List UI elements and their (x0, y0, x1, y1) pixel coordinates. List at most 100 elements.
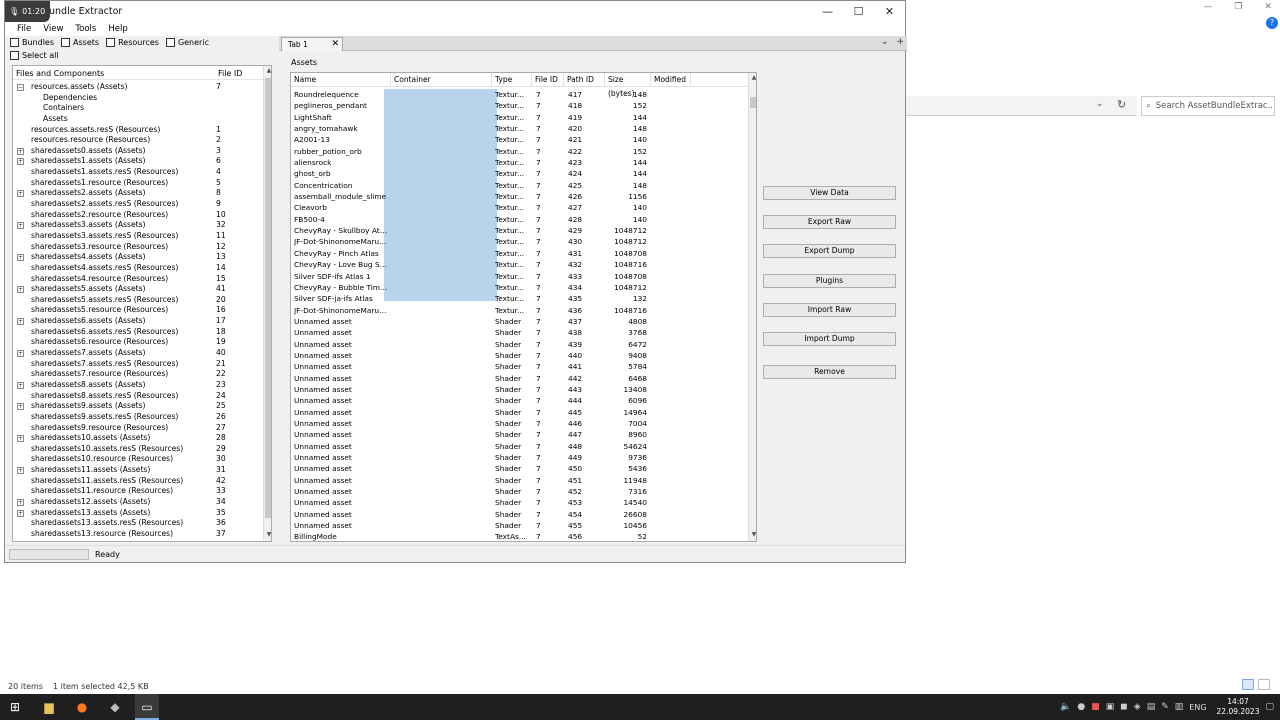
tray-app-icon[interactable]: ◼ (1120, 702, 1127, 712)
menu-view[interactable]: View (37, 24, 69, 34)
clock[interactable]: 14:07 22.09.2023 (1217, 697, 1260, 717)
table-row[interactable]: JF-Dot-ShinonomeMaru12 ... Textur... 7 436 1… (291, 305, 748, 316)
tree-row[interactable]: Assets (13, 114, 263, 125)
assets-table[interactable]: Name Container Type File ID Path ID Size… (290, 72, 757, 542)
tree-row[interactable]: sharedassets8.assets.resS (Resources) 24 (13, 391, 263, 402)
col-name[interactable]: Name (291, 73, 391, 87)
export-raw-button[interactable]: Export Raw (763, 215, 896, 229)
table-row[interactable]: A2001-13 Textur... 7 421 140 (291, 134, 748, 145)
expand-icon[interactable]: + (17, 381, 24, 389)
tree-header-files[interactable]: Files and Components (16, 69, 104, 78)
col-file-id[interactable]: File ID (532, 73, 564, 87)
tree-scrollbar[interactable]: ▲ ▼ (263, 66, 271, 541)
table-row[interactable]: Unnamed asset Shader 7 440 9408 (291, 350, 748, 361)
table-row[interactable]: Silver SDF-ifs Atlas 1 Textur... 7 433 10487… (291, 271, 748, 282)
files-components-tree[interactable]: Files and Components File ID − resources.… (12, 65, 272, 542)
table-row[interactable]: peglineros_pendant Textur... 7 418 152 (291, 100, 748, 111)
tree-row[interactable]: + sharedassets4.assets (Assets) 13 (13, 252, 263, 263)
help-icon[interactable]: ? (1266, 17, 1278, 29)
tree-row[interactable]: sharedassets2.resource (Resources) 10 (13, 210, 263, 221)
tree-row[interactable]: sharedassets7.resource (Resources) 22 (13, 369, 263, 380)
tree-row[interactable]: + sharedassets5.assets (Assets) 41 (13, 284, 263, 295)
explorer-search-input[interactable]: ⌕ Search AssetBundleExtrac... (1141, 96, 1275, 116)
tree-row[interactable]: − resources.assets (Assets) 7 (13, 82, 263, 93)
collapse-icon[interactable]: − (17, 84, 24, 91)
tree-row[interactable]: sharedassets13.resource (Resources) 37 (13, 529, 263, 540)
firefox-icon[interactable]: ● (73, 698, 91, 716)
tree-row[interactable]: + sharedassets1.assets (Assets) 6 (13, 156, 263, 167)
tree-row[interactable]: sharedassets5.resource (Resources) 16 (13, 305, 263, 316)
select-all-checkbox[interactable]: Select all (10, 51, 59, 60)
menu-file[interactable]: File (11, 24, 37, 34)
tree-row[interactable]: + sharedassets12.assets (Assets) 34 (13, 497, 263, 508)
tree-row[interactable]: sharedassets5.assets.resS (Resources) 20 (13, 295, 263, 306)
checkbox[interactable] (165, 38, 175, 47)
minimize-icon[interactable]: — (1203, 2, 1212, 12)
minimize-button[interactable]: — (812, 1, 843, 22)
expand-icon[interactable]: + (17, 435, 24, 443)
assets-scrollbar[interactable]: ▲ ▼ (748, 73, 756, 541)
scroll-up-icon[interactable]: ▲ (265, 67, 271, 76)
tab-close-icon[interactable]: ✕ (331, 38, 339, 51)
file-explorer-icon[interactable]: ▆ (40, 698, 58, 716)
table-row[interactable]: assemball_module_slime Textur... 7 426 1156 (291, 191, 748, 202)
table-row[interactable]: Unnamed asset Shader 7 443 13408 (291, 384, 748, 395)
asset-extractor-taskbar-icon[interactable]: ▭ (138, 698, 156, 716)
expand-icon[interactable]: + (17, 190, 24, 198)
table-row[interactable]: Unnamed asset Shader 7 453 14540 (291, 497, 748, 508)
view-data-button[interactable]: View Data (763, 186, 896, 200)
expand-icon[interactable]: + (17, 509, 24, 517)
tree-row[interactable]: sharedassets7.assets.resS (Resources) 21 (13, 359, 263, 370)
table-row[interactable]: Unnamed asset Shader 7 449 9736 (291, 452, 748, 463)
tree-row[interactable]: sharedassets4.assets.resS (Resources) 14 (13, 263, 263, 274)
speaker-icon[interactable]: 🔈 (1060, 702, 1071, 712)
table-row[interactable]: Unnamed asset Shader 7 452 7316 (291, 486, 748, 497)
assets-scroll-thumb[interactable] (750, 97, 756, 108)
tree-row[interactable]: + sharedassets10.assets (Assets) 28 (13, 433, 263, 444)
tree-row[interactable]: sharedassets4.resource (Resources) 15 (13, 274, 263, 285)
expand-icon[interactable]: + (17, 498, 24, 506)
scroll-down-icon[interactable]: ▼ (750, 531, 756, 540)
tab-1[interactable]: Tab 1 ✕ (281, 37, 343, 51)
expand-icon[interactable]: + (17, 158, 24, 166)
tree-row[interactable]: sharedassets6.assets.resS (Resources) 18 (13, 327, 263, 338)
table-row[interactable]: Unnamed asset Shader 7 455 10456 (291, 520, 748, 531)
start-windows-icon[interactable]: ⊞ (6, 698, 24, 716)
table-row[interactable]: Unnamed asset Shader 7 450 5436 (291, 463, 748, 474)
tree-row[interactable]: sharedassets11.resource (Resources) 33 (13, 486, 263, 497)
checkbox[interactable] (10, 38, 19, 47)
col-container[interactable]: Container (391, 73, 492, 87)
tree-row[interactable]: sharedassets10.assets.resS (Resources) 29 (13, 444, 263, 455)
table-row[interactable]: rubber_potion_orb Textur... 7 422 152 (291, 146, 748, 157)
col-path-id[interactable]: Path ID (564, 73, 605, 87)
tree-row[interactable]: sharedassets3.resource (Resources) 12 (13, 242, 263, 253)
table-row[interactable]: Unnamed asset Shader 7 446 7004 (291, 418, 748, 429)
scroll-down-icon[interactable]: ▼ (265, 531, 271, 540)
filter-generic[interactable]: Generic (165, 38, 209, 47)
close-icon[interactable]: ✕ (1264, 2, 1272, 12)
table-row[interactable]: ChevyRay - Pinch Atlas Textur... 7 431 10487… (291, 248, 748, 259)
table-row[interactable]: ChevyRay - Skullboy Atlas Textur... 7 429 10… (291, 225, 748, 236)
table-row[interactable]: Unnamed asset Shader 7 441 5784 (291, 361, 748, 372)
expand-icon[interactable]: + (17, 254, 24, 262)
table-row[interactable]: Silver SDF-ja-ifs Atlas Textur... 7 435 132 (291, 293, 748, 304)
tree-row[interactable]: + sharedassets9.assets (Assets) 25 (13, 401, 263, 412)
tree-row[interactable]: + sharedassets7.assets (Assets) 40 (13, 348, 263, 359)
tray-app-icon[interactable]: ◈ (1134, 702, 1141, 712)
col-type[interactable]: Type (492, 73, 532, 87)
chevron-down-icon[interactable]: ⌄ (1096, 99, 1104, 109)
tree-row[interactable]: sharedassets13.assets.resS (Resources) 36 (13, 518, 263, 529)
tree-row[interactable]: resources.assets.resS (Resources) 1 (13, 125, 263, 136)
app-bundle-icon[interactable]: ◆ (106, 698, 124, 716)
table-row[interactable]: Unnamed asset Shader 7 454 26608 (291, 509, 748, 520)
checkbox[interactable] (10, 51, 19, 60)
table-row[interactable]: angry_tomahawk Textur... 7 420 148 (291, 123, 748, 134)
tree-row[interactable]: + sharedassets0.assets (Assets) 3 (13, 146, 263, 157)
expand-icon[interactable]: + (17, 222, 24, 230)
filter-resources[interactable]: Resources (106, 38, 159, 47)
table-row[interactable]: Roundrelequence Textur... 7 417 148 (291, 89, 748, 100)
tree-row[interactable]: + sharedassets3.assets (Assets) 32 (13, 220, 263, 231)
scroll-up-icon[interactable]: ▲ (750, 74, 756, 83)
table-row[interactable]: Unnamed asset Shader 7 437 4808 (291, 316, 748, 327)
table-row[interactable]: Unnamed asset Shader 7 445 14964 (291, 407, 748, 418)
